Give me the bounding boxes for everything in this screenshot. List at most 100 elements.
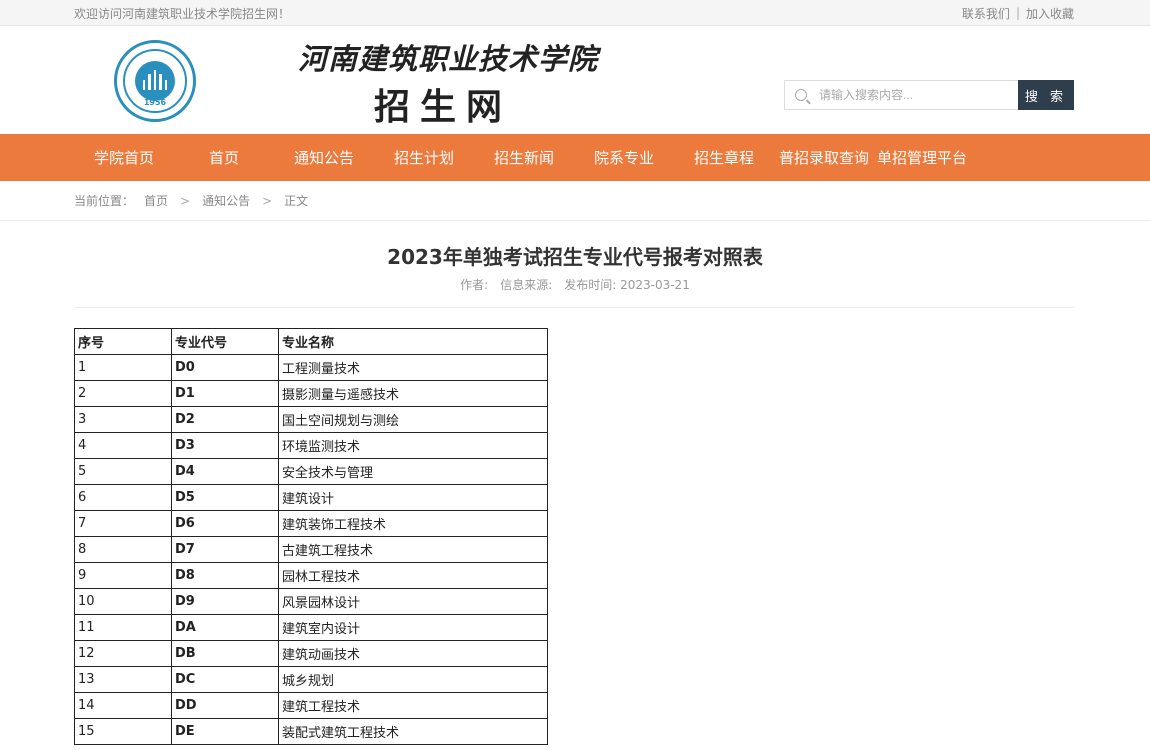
breadcrumb-current: 正文 [284,194,309,208]
cell-code: DE [171,718,279,745]
cell-major-name: 国土空间规划与测绘 [278,406,548,433]
cell-code: D2 [171,406,279,433]
article-author: 作者: [460,278,489,292]
article-date: 发布时间: 2023-03-21 [564,278,690,292]
cell-serial: 11 [74,614,172,641]
cell-serial: 8 [74,536,172,563]
nav-item-notices[interactable]: 通知公告 [274,147,374,168]
building-icon [143,70,168,90]
cell-serial: 12 [74,640,172,667]
cell-code: DA [171,614,279,641]
table-row: 4 D3 环境监测技术 [74,432,548,459]
article-source: 信息来源: [500,278,553,292]
cell-major-name: 城乡规划 [278,666,548,693]
nav-item-enrollment-rules[interactable]: 招生章程 [674,147,774,168]
breadcrumb-home[interactable]: 首页 [144,181,168,221]
main-nav: 学院首页 首页 通知公告 招生计划 招生新闻 院系专业 招生章程 普招录取查询 … [0,134,1150,181]
cell-code: D8 [171,562,279,589]
cell-serial: 3 [74,406,172,433]
breadcrumb-prefix: 当前位置： [74,194,135,208]
table-row: 15 DE 装配式建筑工程技术 [74,718,548,745]
table-row: 14 DD 建筑工程技术 [74,692,548,719]
cell-major-name: 建筑动画技术 [278,640,548,667]
table-row: 2 D1 摄影测量与遥感技术 [74,380,548,407]
top-bar: 欢迎访问河南建筑职业技术学院招生网！ 联系我们 | 加入收藏 [0,0,1150,26]
cell-code: DD [171,692,279,719]
cell-major-name: 摄影测量与遥感技术 [278,380,548,407]
add-favorite-link[interactable]: 加入收藏 [1026,5,1074,22]
table-row: 3 D2 国土空间规划与测绘 [74,406,548,433]
top-link-separator: | [1015,6,1020,20]
cell-code: D5 [171,484,279,511]
nav-item-college-home[interactable]: 学院首页 [74,147,174,168]
site-subtitle: 招生网 [374,86,513,128]
cell-code: D4 [171,458,279,485]
cell-serial: 1 [74,354,172,381]
cell-serial: 2 [74,380,172,407]
nav-item-enrollment-plan[interactable]: 招生计划 [374,147,474,168]
nav-item-departments[interactable]: 院系专业 [574,147,674,168]
nav-item-home[interactable]: 首页 [174,147,274,168]
welcome-text: 欢迎访问河南建筑职业技术学院招生网！ [74,6,291,21]
table-row: 10 D9 风景园林设计 [74,588,548,615]
cell-major-name: 工程测量技术 [278,354,548,381]
cell-serial: 15 [74,718,172,745]
cell-serial: 4 [74,432,172,459]
school-name-logo: 河南建筑职业技术学院 [298,42,599,76]
search-box [784,80,1018,110]
table-row: 1 D0 工程测量技术 [74,354,548,381]
nav-item-admission-query[interactable]: 普招录取查询 [774,147,874,168]
cell-major-name: 建筑装饰工程技术 [278,510,548,537]
cell-major-name: 建筑室内设计 [278,614,548,641]
cell-code: D0 [171,354,279,381]
table-row: 13 DC 城乡规划 [74,666,548,693]
breadcrumb: 当前位置： 首页 > 通知公告 > 正文 [0,181,1150,221]
table-row: 8 D7 古建筑工程技术 [74,536,548,563]
top-links: 联系我们 | 加入收藏 [962,5,1074,22]
search-form: 搜 索 [784,80,1074,110]
cell-code: DC [171,666,279,693]
cell-code: D1 [171,380,279,407]
breadcrumb-separator: > [262,194,273,208]
cell-serial: 13 [74,666,172,693]
nav-item-enrollment-news[interactable]: 招生新闻 [474,147,574,168]
header-major-name: 专业名称 [278,328,548,355]
cell-major-name: 风景园林设计 [278,588,548,615]
cell-code: DB [171,640,279,667]
cell-code: D7 [171,536,279,563]
header-code: 专业代号 [171,328,279,355]
school-seal-logo[interactable]: 1956 [114,40,196,122]
breadcrumb-notices[interactable]: 通知公告 [202,181,250,221]
cell-code: D3 [171,432,279,459]
major-code-table: 序号 专业代号 专业名称 1 D0 工程测量技术 2 D1 摄影测量与遥感技术 3 D2 国… [74,328,548,745]
site-header: 1956 河南建筑职业技术学院 招生网 搜 索 [0,26,1150,134]
cell-major-name: 古建筑工程技术 [278,536,548,563]
cell-major-name: 环境监测技术 [278,432,548,459]
table-row: 7 D6 建筑装饰工程技术 [74,510,548,537]
nav-item-admin-platform[interactable]: 单招管理平台 [874,147,970,168]
article-title: 2023年单独考试招生专业代号报考对照表 [387,245,763,269]
article-meta: 作者: 信息来源: 发布时间: 2023-03-21 [0,276,1150,307]
cell-serial: 6 [74,484,172,511]
divider [74,307,1074,308]
search-input[interactable] [819,88,999,102]
cell-major-name: 装配式建筑工程技术 [278,718,548,745]
search-icon [795,89,807,101]
cell-major-name: 建筑工程技术 [278,692,548,719]
contact-link[interactable]: 联系我们 [962,5,1010,22]
table-header-row: 序号 专业代号 专业名称 [74,328,548,355]
table-row: 6 D5 建筑设计 [74,484,548,511]
breadcrumb-separator: > [180,194,191,208]
cell-major-name: 园林工程技术 [278,562,548,589]
table-row: 11 DA 建筑室内设计 [74,614,548,641]
cell-serial: 7 [74,510,172,537]
search-button[interactable]: 搜 索 [1018,80,1074,110]
cell-code: D9 [171,588,279,615]
cell-serial: 10 [74,588,172,615]
table-row: 5 D4 安全技术与管理 [74,458,548,485]
table-row: 9 D8 园林工程技术 [74,562,548,589]
cell-major-name: 安全技术与管理 [278,458,548,485]
header-serial: 序号 [74,328,172,355]
seal-year: 1956 [143,98,167,107]
table-row: 12 DB 建筑动画技术 [74,640,548,667]
